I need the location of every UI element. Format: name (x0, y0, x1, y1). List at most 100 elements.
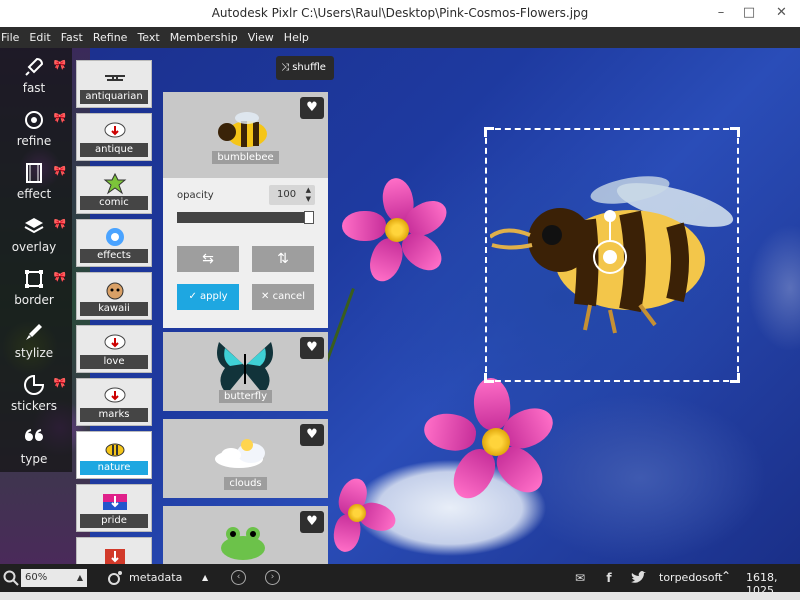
slider-knob[interactable] (304, 211, 314, 224)
tool-effect[interactable]: 🎀 effect (0, 154, 72, 207)
category-label: pride (80, 514, 148, 528)
window-bottom-edge (0, 592, 800, 600)
category-effects[interactable]: effects (76, 219, 152, 267)
favorite-heart-button[interactable]: ♥ (300, 424, 324, 446)
category-comic[interactable]: comic (76, 166, 152, 214)
download-cloud-icon (103, 494, 127, 510)
sticker-clouds[interactable]: clouds ♥ (163, 419, 328, 498)
tool-type[interactable]: type (0, 419, 72, 472)
tool-label: effect (16, 187, 52, 201)
caret-up-icon[interactable]: ▲ (202, 573, 208, 582)
tool-refine[interactable]: 🎀 refine (0, 101, 72, 154)
next-icon[interactable]: › (265, 570, 280, 585)
minimize-button[interactable]: – (707, 0, 735, 27)
menu-text[interactable]: Text (135, 27, 165, 48)
check-icon: ✓ (188, 291, 201, 302)
tool-border[interactable]: 🎀 border (0, 260, 72, 313)
sticker-butterfly[interactable]: butterfly ♥ (163, 332, 328, 411)
download-cloud-icon (104, 387, 126, 403)
tool-stickers[interactable]: 🎀 stickers (0, 366, 72, 419)
biplane-icon (105, 75, 125, 81)
comic-burst-icon (103, 172, 127, 195)
tool-fast[interactable]: 🎀 fast (0, 48, 72, 101)
category-label: antique (80, 143, 148, 157)
slider-fill (177, 212, 314, 223)
opacity-stepper[interactable]: 100 ▲ ▼ (269, 185, 315, 205)
flip-vertical-button[interactable]: ⇅ (252, 246, 314, 272)
menu-file[interactable]: File (0, 27, 25, 48)
resize-handle[interactable] (484, 373, 494, 383)
bow-icon: 🎀 (53, 219, 66, 230)
sticker-frog[interactable]: ♥ (163, 506, 328, 564)
shuffle-button[interactable]: ⤨ shuffle (276, 56, 334, 80)
category-love[interactable]: love (76, 325, 152, 373)
search-icon[interactable] (3, 570, 19, 586)
sticker-name: clouds (224, 477, 267, 490)
chevron-up-icon[interactable]: ⌃ (721, 569, 731, 583)
frog-icon (221, 527, 265, 560)
category-marks[interactable]: marks (76, 378, 152, 426)
title-bar: Autodesk Pixlr C:\Users\Raul\Desktop\Pin… (0, 0, 800, 27)
sticker-icon (24, 374, 45, 395)
tool-label: overlay (11, 240, 57, 254)
favorite-heart-button[interactable]: ♥ (300, 97, 324, 119)
bee-icon (218, 112, 267, 147)
resize-handle[interactable] (484, 127, 494, 137)
rotate-handle-dot[interactable] (604, 210, 616, 222)
cancel-label: cancel (272, 291, 305, 302)
resize-handle[interactable] (730, 373, 740, 383)
tool-label: stylize (14, 346, 54, 360)
tool-overlay[interactable]: 🎀 overlay (0, 207, 72, 260)
category-pride[interactable]: pride (76, 484, 152, 532)
category-label: kawaii (80, 302, 148, 316)
bow-icon: 🎀 (53, 166, 66, 177)
tool-label: type (20, 452, 48, 466)
category-nature[interactable]: nature (76, 431, 152, 479)
opacity-label: opacity (177, 190, 214, 201)
metadata-label[interactable]: metadata (129, 571, 182, 584)
twitter-icon[interactable] (630, 571, 646, 585)
tool-label: stickers (11, 399, 57, 413)
close-button[interactable]: ✕ (763, 0, 800, 27)
heart-icon: ♥ (306, 427, 318, 442)
category-label: antiquarian (80, 90, 148, 104)
menu-refine[interactable]: Refine (91, 27, 134, 48)
favorite-heart-button[interactable]: ♥ (300, 511, 324, 533)
shuffle-label: shuffle (292, 62, 326, 73)
facebook-icon[interactable]: f (600, 569, 618, 587)
menu-view[interactable]: View (246, 27, 280, 48)
move-handle[interactable] (593, 240, 627, 274)
sticker-panel: bumblebee ♥ opacity 100 ▲ ▼ ⇆ ⇅ ✓ apply ✕… (163, 92, 328, 564)
category-antique[interactable]: antique (76, 113, 152, 161)
previous-icon[interactable]: ‹ (231, 570, 246, 585)
cosmos-flower (342, 175, 455, 288)
tool-label: border (14, 293, 54, 307)
resize-handle[interactable] (730, 127, 740, 137)
category-kawaii[interactable]: kawaii (76, 272, 152, 320)
heart-icon: ♥ (306, 514, 318, 529)
cancel-button[interactable]: ✕ cancel (252, 284, 314, 310)
apply-button[interactable]: ✓ apply (177, 284, 239, 310)
menu-edit[interactable]: Edit (27, 27, 56, 48)
opacity-slider[interactable] (177, 211, 314, 224)
sticker-bumblebee[interactable]: bumblebee ♥ (163, 92, 328, 178)
category-antiquarian[interactable]: antiquarian (76, 60, 152, 108)
sticker-category-list: antiquarian antique comic effects kawaii… (74, 48, 156, 585)
zoom-select[interactable]: 60% ▲ (21, 569, 87, 587)
bow-icon: 🎀 (53, 378, 66, 389)
favorite-heart-button[interactable]: ♥ (300, 337, 324, 359)
menu-membership[interactable]: Membership (168, 27, 244, 48)
metadata-icon[interactable] (107, 570, 123, 586)
sticker-name: bumblebee (212, 151, 279, 164)
caret-up-icon: ▲ (76, 573, 83, 582)
tool-stylize[interactable]: stylize (0, 313, 72, 366)
menu-fast[interactable]: Fast (59, 27, 89, 48)
menu-help[interactable]: Help (282, 27, 315, 48)
quote-icon (25, 429, 43, 441)
flip-horizontal-button[interactable]: ⇆ (177, 246, 239, 272)
heart-icon: ♥ (306, 340, 318, 355)
category-label: love (80, 355, 148, 369)
maximize-button[interactable]: □ (735, 0, 763, 27)
stepper-arrows-icon[interactable]: ▲ ▼ (306, 186, 311, 204)
mail-icon[interactable]: ✉ (571, 569, 589, 587)
